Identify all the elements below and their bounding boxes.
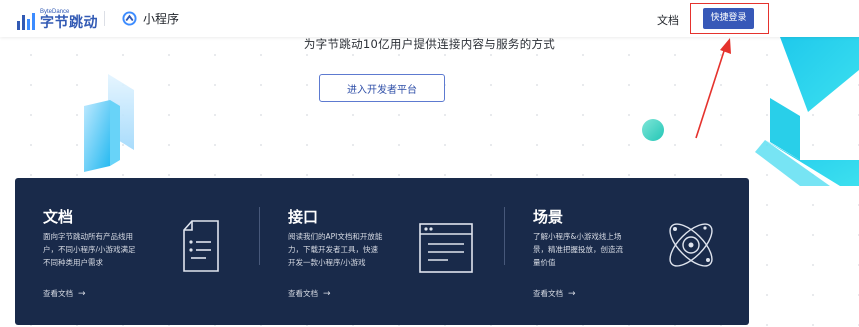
hero-tagline: 为字节跳动10亿用户提供连接内容与服务的方式 <box>303 37 556 51</box>
orbit-atom-icon <box>669 223 713 267</box>
feature-title: 接口 <box>288 208 319 226</box>
left-prism-side <box>110 100 120 166</box>
feature-docs: 文档 面向字节跳动所有产品线用 户，不同小程序/小游戏满足 不同种类用户需求 查… <box>15 178 260 325</box>
view-docs-link[interactable]: 查看文档 → <box>43 288 86 299</box>
mini-program-icon <box>122 11 137 26</box>
header-divider <box>104 11 105 26</box>
feature-api: 接口 阅读我们的API文档和开放能 力，下载开发者工具，快速 开发一款小程序/小… <box>260 178 505 325</box>
feature-scenarios: 场景 了解小程序&小游戏线上场 景，精准把握投放，创造流 量价值 查看文档 → <box>505 178 749 325</box>
feature-title: 场景 <box>533 208 564 226</box>
arrow-right-icon: → <box>78 288 86 299</box>
document-icon <box>183 220 219 272</box>
feature-description: 面向字节跳动所有产品线用 户，不同小程序/小游戏满足 不同种类用户需求 <box>43 232 136 267</box>
logo-text-cn: 字节跳动 <box>40 15 98 31</box>
teal-sphere <box>642 119 664 141</box>
arrow-right-icon: → <box>323 288 331 299</box>
top-navbar: ByteDance 字节跳动 小程序 文档 快捷登录 <box>0 0 859 37</box>
left-prism-front <box>84 100 110 172</box>
nav-docs-link[interactable]: 文档 <box>657 12 679 28</box>
view-docs-link[interactable]: 查看文档 → <box>288 288 331 299</box>
bytedance-logo-icon <box>17 13 35 30</box>
annotation-arrow-line <box>695 47 726 139</box>
bytedance-logo[interactable]: ByteDance 字节跳动 <box>17 9 98 30</box>
arrow-right-icon: → <box>568 288 576 299</box>
view-docs-link[interactable]: 查看文档 → <box>533 288 576 299</box>
mini-program-home-link[interactable]: 小程序 <box>122 10 179 27</box>
feature-description: 了解小程序&小游戏线上场 景，精准把握投放，创造流 量价值 <box>533 232 623 267</box>
product-name: 小程序 <box>143 12 180 26</box>
enter-developer-platform-button[interactable]: 进入开发者平台 <box>319 74 445 102</box>
browser-window-icon <box>419 223 473 273</box>
quick-login-button[interactable]: 快捷登录 <box>703 8 754 29</box>
features-panel: 文档 面向字节跳动所有产品线用 户，不同小程序/小游戏满足 不同种类用户需求 查… <box>15 178 749 325</box>
feature-description: 阅读我们的API文档和开放能 力，下载开发者工具，快速 开发一款小程序/小游戏 <box>288 232 383 267</box>
feature-title: 文档 <box>43 208 74 226</box>
